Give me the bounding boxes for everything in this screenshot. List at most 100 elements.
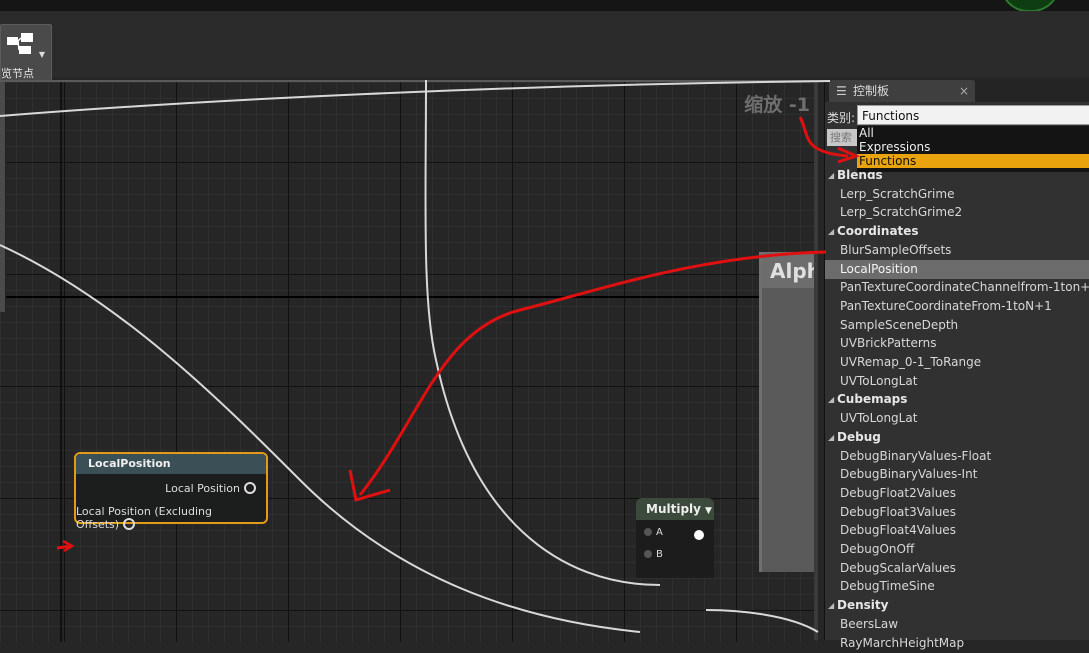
palette-item[interactable]: RayMarchHeightMap	[825, 634, 1089, 653]
output-pin-icon[interactable]	[694, 530, 704, 540]
palette-item-label: DebugScalarValues	[840, 560, 956, 575]
palette-item-label: PanTextureCoordinateFrom-1toN+1	[840, 298, 1052, 313]
palette-body: 类别: Functions 搜索 All Expressions Functions…	[825, 102, 1089, 650]
input-pin-icon[interactable]	[644, 528, 652, 536]
palette-item-label: Debug	[837, 429, 881, 444]
palette-item-label: LocalPosition	[840, 261, 918, 276]
local-position-output-pin[interactable]: Local Position	[165, 482, 256, 495]
palette-item[interactable]: DebugTimeSine	[825, 577, 1089, 596]
palette-item-label: Cubemaps	[837, 392, 908, 407]
palette-item[interactable]: BeersLaw	[825, 615, 1089, 634]
palette-item[interactable]: PanTextureCoordinateFrom-1toN+1	[825, 297, 1089, 316]
expand-triangle-icon[interactable]: ◢	[828, 222, 834, 241]
preview-nodes-label: 览节点	[1, 67, 34, 80]
palette-item-label: SampleSceneDepth	[840, 317, 959, 332]
category-header[interactable]: ◢ Density	[825, 596, 1089, 615]
graph-origin-vertical	[60, 82, 62, 642]
category-header[interactable]: ◢ Debug	[825, 428, 1089, 447]
palette-item[interactable]: UVRemap_0-1_ToRange	[825, 353, 1089, 372]
palette-item-label: Coordinates	[837, 224, 919, 239]
pin-label: B	[656, 549, 663, 560]
graph-border	[814, 80, 818, 640]
palette-item-label: PanTextureCoordinateChannelfrom-1ton+1	[840, 280, 1089, 295]
palette-item-label: RayMarchHeightMap	[840, 635, 965, 650]
chevron-down-icon[interactable]: ▼	[39, 50, 45, 59]
nodes-icon	[7, 33, 33, 54]
pin-label: Local Position (Excluding Offsets)	[76, 505, 212, 531]
multiply-input-b[interactable]: B	[644, 549, 663, 560]
palette-item[interactable]: Lerp_ScratchGrime2	[825, 203, 1089, 222]
palette-item[interactable]: DebugScalarValues	[825, 559, 1089, 578]
close-icon[interactable]: ×	[959, 80, 969, 102]
category-select[interactable]: Functions	[857, 105, 1089, 125]
palette-item[interactable]: LocalPosition	[825, 259, 1089, 279]
palette-icon: ☰	[836, 84, 847, 98]
offscreen-node-edge[interactable]	[0, 82, 6, 312]
input-pin-icon[interactable]	[644, 550, 652, 558]
palette-item-label: Density	[837, 598, 889, 613]
pin-label: A	[656, 527, 663, 538]
local-position-node[interactable]: LocalPosition Local Position Local Posit…	[74, 452, 268, 531]
graph-origin-horizontal	[0, 296, 818, 298]
expand-triangle-icon[interactable]: ◢	[828, 166, 834, 185]
dropdown-option-all[interactable]: All	[857, 126, 1089, 140]
local-position-excluding-offsets-pin[interactable]: Local Position (Excluding Offsets)	[76, 505, 256, 531]
palette-item[interactable]: PanTextureCoordinateChannelfrom-1ton+1	[825, 278, 1089, 297]
palette-item[interactable]: DebugFloat3Values	[825, 503, 1089, 522]
material-graph-canvas[interactable]: 缩放 -1 Alpha LocalPosition Local Position…	[0, 80, 818, 642]
palette-item-label: UVToLongLat	[840, 373, 918, 388]
palette-item[interactable]: DebugFloat2Values	[825, 484, 1089, 503]
palette-item-label: DebugFloat2Values	[840, 485, 956, 500]
category-header[interactable]: ◢ Coordinates	[825, 222, 1089, 241]
palette-item-label: DebugBinaryValues-Float	[840, 448, 992, 463]
palette-item-label: Lerp_ScratchGrime	[840, 186, 955, 201]
multiply-node-title: Multiply ▼	[636, 498, 714, 520]
palette-item[interactable]: BlurSampleOffsets	[825, 241, 1089, 260]
multiply-node[interactable]: Multiply ▼ A B	[636, 498, 714, 578]
palette-item[interactable]: UVToLongLat	[825, 372, 1089, 391]
chevron-down-icon[interactable]: ▼	[705, 506, 712, 516]
palette-item-label: UVToLongLat	[840, 411, 918, 426]
category-header[interactable]: ◢ Cubemaps	[825, 390, 1089, 409]
palette-item[interactable]: DebugOnOff	[825, 540, 1089, 559]
output-pin-icon[interactable]	[244, 482, 256, 494]
palette-item[interactable]: UVToLongLat	[825, 409, 1089, 428]
alpha-node[interactable]: Alpha	[759, 252, 818, 572]
palette-item-label: UVRemap_0-1_ToRange	[840, 355, 982, 369]
pin-label: Local Position	[165, 482, 240, 495]
category-dropdown-list: All Expressions Functions	[857, 126, 1089, 172]
palette-item[interactable]: Lerp_ScratchGrime	[825, 185, 1089, 204]
tab-palette[interactable]: ☰ 控制板 ×	[829, 80, 975, 102]
palette-item-label: DebugBinaryValues-Int	[840, 467, 978, 482]
palette-item-label: DebugFloat3Values	[840, 504, 956, 519]
dropdown-option-functions[interactable]: Functions	[857, 154, 1089, 168]
palette-panel: ☰ 控制板 × 类别: Functions 搜索 All Expressions F…	[824, 80, 1089, 650]
palette-item[interactable]: UVBrickPatterns	[825, 334, 1089, 353]
palette-item[interactable]: SampleSceneDepth	[825, 316, 1089, 335]
palette-item-label: DebugFloat4Values	[840, 523, 956, 538]
zoom-level: 缩放 -1	[744, 94, 810, 116]
expand-triangle-icon[interactable]: ◢	[828, 390, 834, 409]
palette-item[interactable]: DebugBinaryValues-Float	[825, 447, 1089, 466]
palette-item-label: UVBrickPatterns	[840, 336, 937, 351]
palette-item[interactable]: DebugFloat4Values	[825, 521, 1089, 540]
expand-triangle-icon[interactable]: ◢	[828, 596, 834, 615]
expand-triangle-icon[interactable]: ◢	[828, 428, 834, 447]
dropdown-option-expressions[interactable]: Expressions	[857, 140, 1089, 154]
toolbar: ▼ 览节点	[0, 11, 1089, 84]
alpha-node-title: Alpha	[762, 252, 818, 288]
output-pin-icon[interactable]	[123, 518, 136, 530]
palette-item-label: DebugOnOff	[840, 542, 915, 556]
palette-item-label: BlurSampleOffsets	[840, 242, 952, 257]
palette-item[interactable]: DebugBinaryValues-Int	[825, 465, 1089, 484]
local-position-node-title: LocalPosition	[76, 454, 266, 474]
tab-palette-label: 控制板	[853, 84, 890, 98]
palette-item-label: BeersLaw	[840, 616, 899, 631]
palette-item-label: Lerp_ScratchGrime2	[840, 205, 963, 220]
category-label: 类别:	[827, 111, 856, 125]
palette-item-label: DebugTimeSine	[840, 579, 935, 594]
multiply-title-text: Multiply	[646, 502, 701, 516]
search-input[interactable]: 搜索	[827, 129, 857, 146]
preview-nodes-button[interactable]: ▼ 览节点	[0, 24, 52, 84]
multiply-input-a[interactable]: A	[644, 527, 663, 538]
